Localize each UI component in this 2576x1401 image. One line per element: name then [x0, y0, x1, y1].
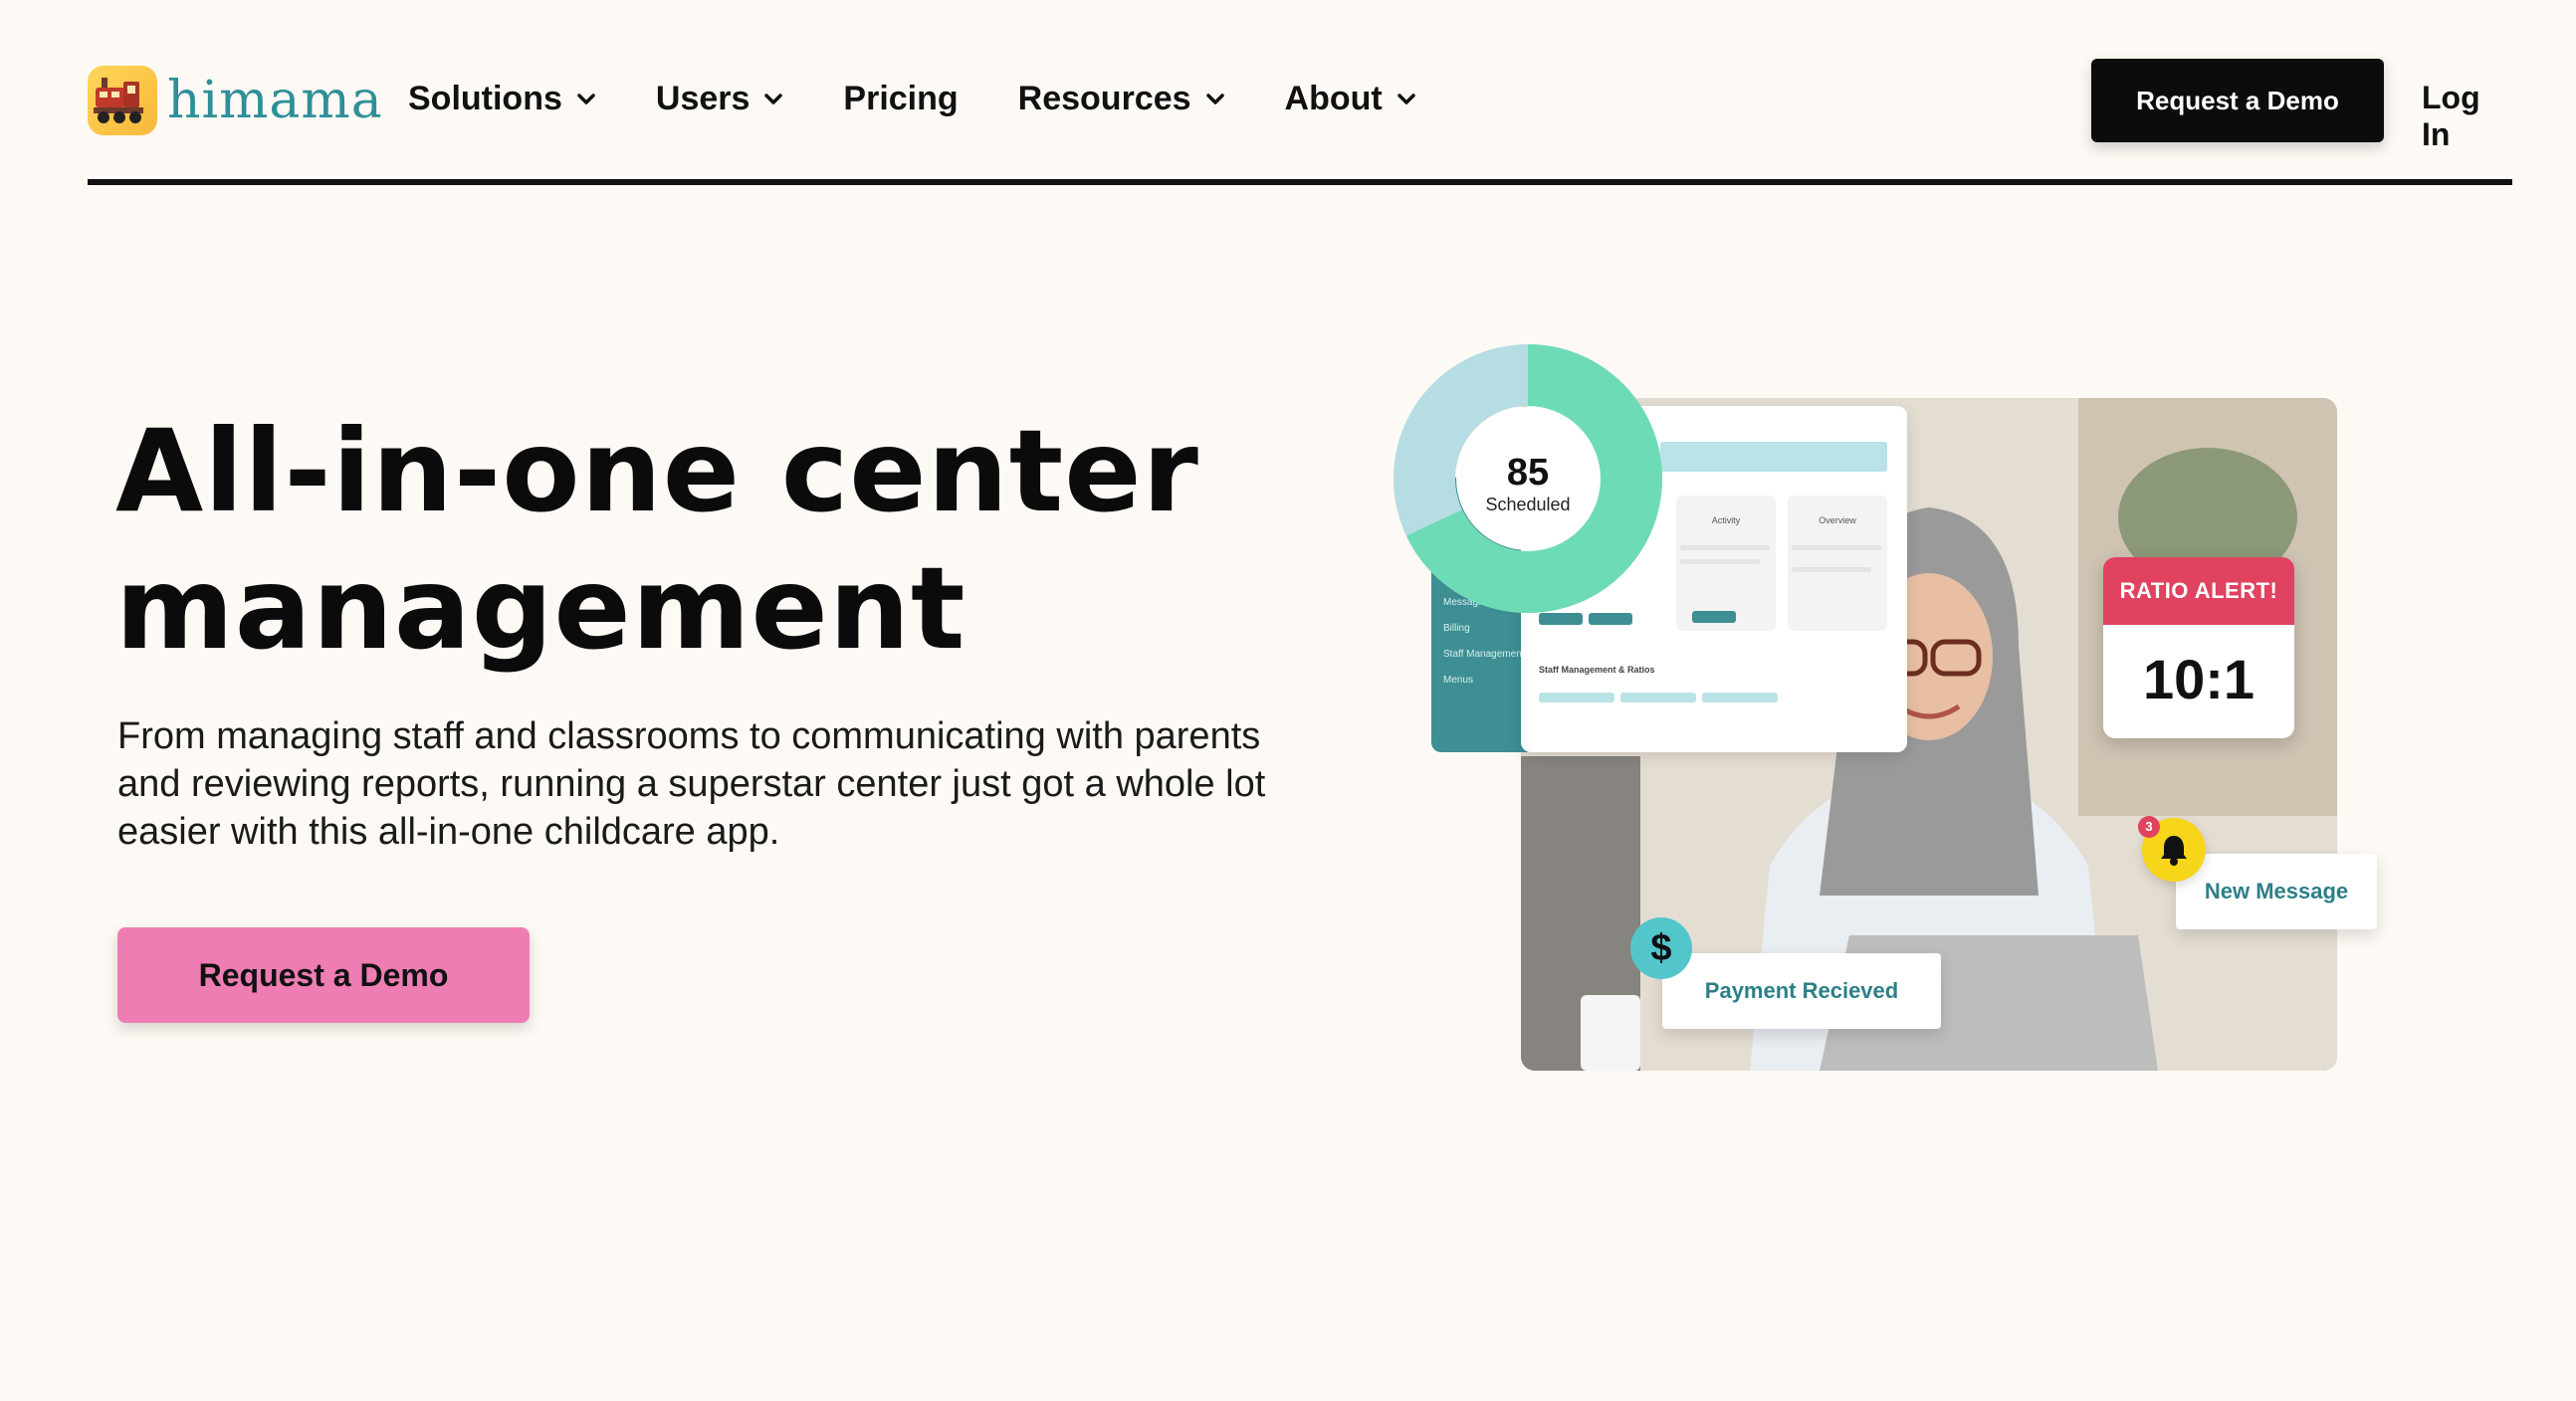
login-link[interactable]: Log In: [2422, 80, 2512, 153]
payment-received-card: Payment Recieved: [1662, 953, 1941, 1029]
dashboard-table-bar: [1539, 693, 1614, 702]
dashboard-table-bar: [1702, 693, 1778, 702]
page: himama Solutions Users Pricing Resources…: [0, 0, 2576, 1401]
chevron-down-icon: [577, 93, 595, 104]
hero-headline-line1: All-in-one center: [115, 405, 1199, 537]
dashboard-sidebar-item: Menus: [1443, 675, 1474, 686]
scheduled-donut-chart: 85 Scheduled: [1394, 344, 1662, 613]
hero-request-demo-button[interactable]: Request a Demo: [117, 927, 530, 1023]
dashboard-table-bar: [1620, 693, 1696, 702]
scheduled-label: Scheduled: [1485, 495, 1571, 514]
nav-pricing-label: Pricing: [843, 80, 959, 117]
hero-illustration: Photos Messaging Billing Staff Managemen…: [1394, 328, 2389, 1104]
dashboard-sidebar-item: Staff Management: [1443, 649, 1525, 660]
chevron-down-icon: [1396, 93, 1415, 104]
dashboard-button: [1589, 613, 1632, 625]
dashboard-line: [1792, 567, 1871, 572]
dashboard-card-label: Activity: [1711, 515, 1741, 525]
dollar-icon: $: [1630, 917, 1692, 979]
main-nav: Solutions Users Pricing Resources About: [408, 80, 1476, 118]
site-header: himama Solutions Users Pricing Resources…: [88, 0, 2512, 185]
dashboard-sidebar-item: Billing: [1443, 623, 1470, 634]
ratio-alert-card: RATIO ALERT! 10:1: [2103, 557, 2294, 738]
nav-pricing[interactable]: Pricing: [843, 80, 958, 118]
dashboard-header-bar: [1660, 442, 1887, 472]
logo-wordmark: himama: [167, 71, 383, 130]
nav-resources-label: Resources: [1017, 80, 1191, 117]
dashboard-line: [1792, 545, 1881, 550]
nav-about[interactable]: About: [1285, 80, 1416, 118]
dashboard-button: [1692, 611, 1736, 623]
ratio-alert-title: RATIO ALERT!: [2103, 557, 2294, 625]
dashboard-line: [1680, 559, 1760, 564]
dashboard-card-label: Overview: [1819, 515, 1856, 525]
new-message-card: New Message: [2176, 854, 2377, 929]
nav-users-label: Users: [655, 80, 751, 117]
nav-about-label: About: [1284, 80, 1383, 117]
hero-subtext: From managing staff and classrooms to co…: [117, 715, 1266, 853]
ratio-alert-value: 10:1: [2142, 648, 2255, 710]
notification-badge: 3: [2138, 816, 2160, 838]
train-logo-icon: [88, 66, 157, 135]
nav-solutions[interactable]: Solutions: [408, 80, 596, 118]
hero-headline: All-in-one center management: [115, 403, 1310, 678]
nav-solutions-label: Solutions: [408, 80, 562, 117]
dashboard-section-title: Staff Management & Ratios: [1539, 665, 1655, 675]
scheduled-count: 85: [1506, 452, 1550, 494]
chevron-down-icon: [764, 93, 783, 104]
bell-icon: 3: [2138, 816, 2206, 882]
hero-headline-line2: management: [115, 542, 966, 675]
header-request-demo-button[interactable]: Request a Demo: [2091, 59, 2384, 142]
dashboard-card-overview: Overview: [1788, 496, 1887, 631]
dashboard-line: [1680, 545, 1770, 550]
himama-logo[interactable]: himama: [88, 66, 383, 135]
chevron-down-icon: [1205, 93, 1224, 104]
dashboard-button: [1539, 613, 1583, 625]
nav-resources[interactable]: Resources: [1018, 80, 1225, 118]
nav-users[interactable]: Users: [656, 80, 784, 118]
